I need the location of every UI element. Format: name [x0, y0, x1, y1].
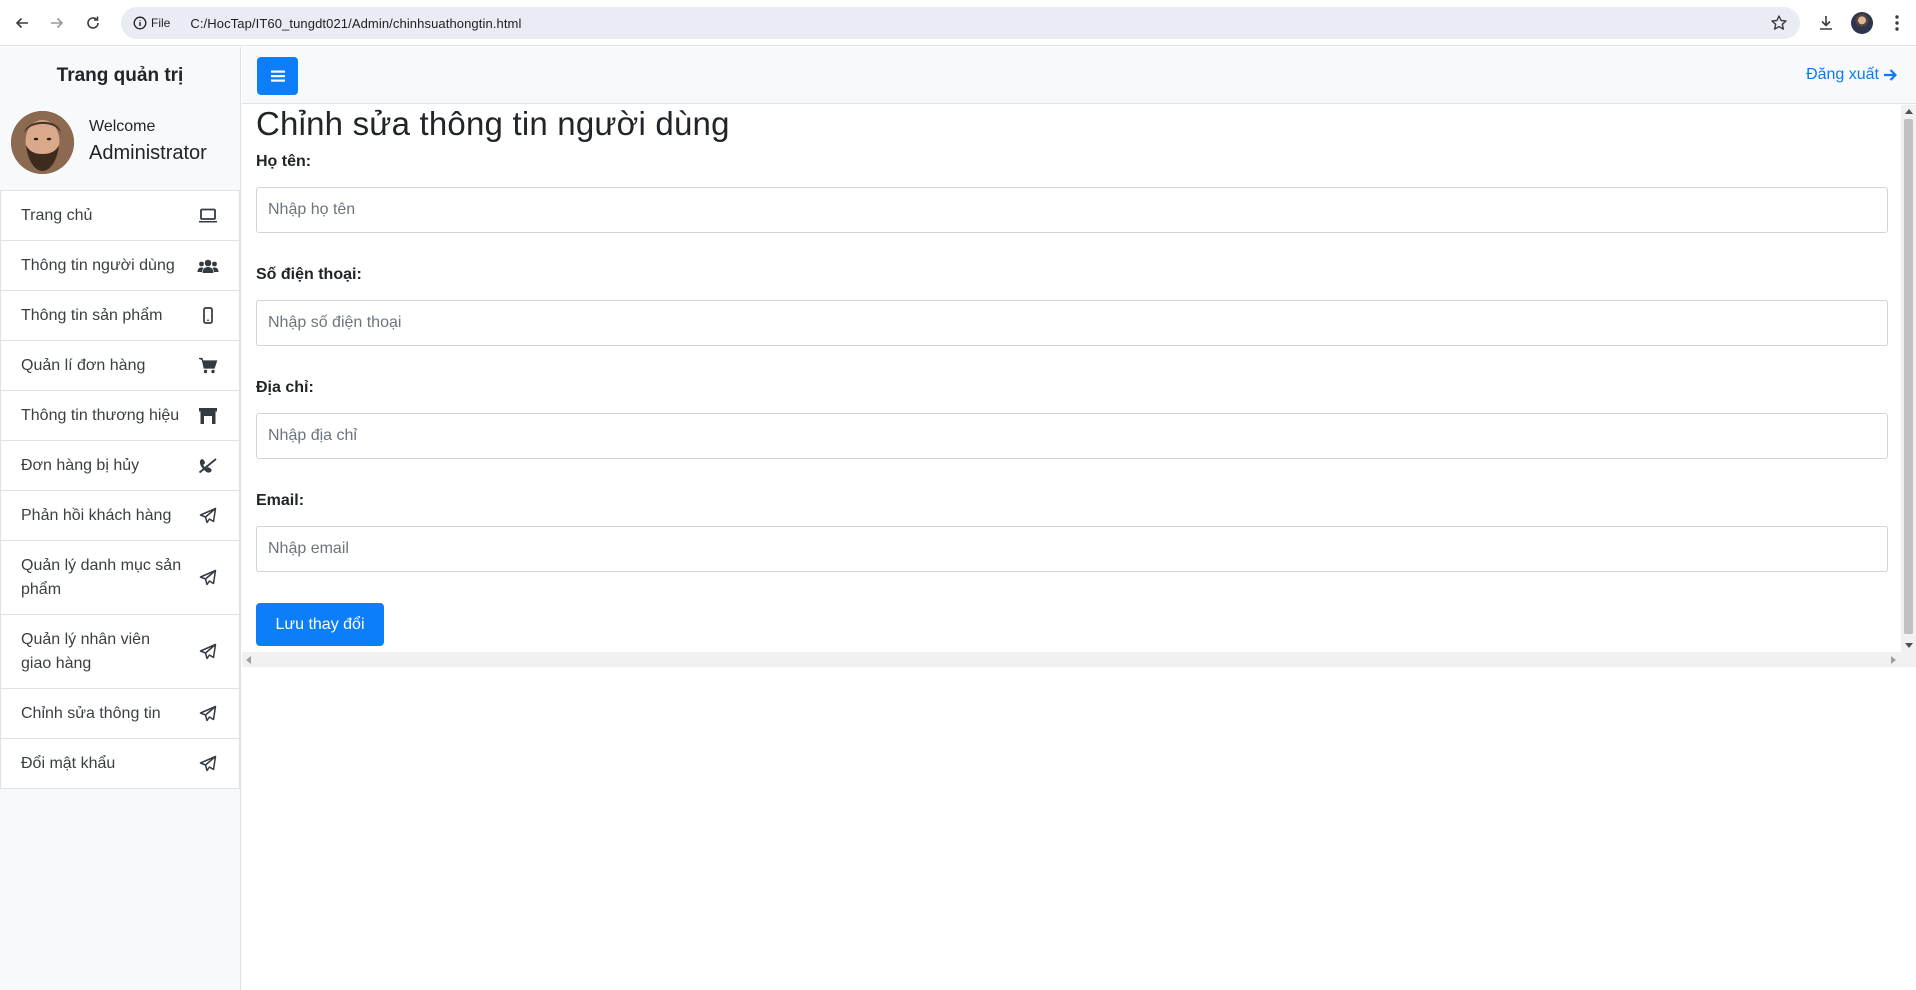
sidebar-item-label: Thông tin sản phẩm	[21, 306, 163, 324]
sidebar-item-label: Trang chủ	[21, 206, 93, 224]
paper-plane-icon	[197, 642, 219, 662]
browser-toolbar: File C:/HocTap/IT60_tungdt021/Admin/chin…	[0, 0, 1916, 46]
user-photo	[11, 111, 74, 174]
sidebar-item-thong-tin-thuong-hieu[interactable]: Thông tin thương hiệu	[0, 391, 240, 441]
logout-label: Đăng xuất	[1806, 66, 1879, 83]
vertical-scroll-thumb[interactable]	[1904, 119, 1913, 634]
address-input[interactable]	[256, 413, 1888, 459]
user-panel: Welcome Administrator	[0, 105, 240, 190]
scroll-right-icon[interactable]	[1891, 656, 1896, 664]
sidebar-item-label: Quản lí đơn hàng	[21, 356, 146, 374]
horizontal-scrollbar[interactable]	[242, 652, 1916, 667]
avatar	[11, 111, 74, 174]
sidebar-menu: Trang chủ Thông tin người dùng Thông tin…	[0, 190, 240, 789]
menu-bars-icon	[270, 70, 285, 82]
phone-label: Số điện thoại:	[256, 266, 362, 283]
star-icon	[1771, 15, 1787, 30]
sidebar-item-quan-ly-danh-muc-san-pham[interactable]: Quản lý danh mục sản phẩm	[0, 541, 240, 615]
sidebar-item-quan-ly-nhan-vien-giao-hang[interactable]: Quản lý nhân viên giao hàng	[0, 615, 240, 689]
more-vert-icon	[1895, 15, 1899, 31]
sidebar-item-label: Thông tin người dùng	[21, 256, 175, 274]
address-label: Địa chỉ:	[256, 379, 314, 396]
site-chip-label: File	[151, 16, 171, 30]
logout-link[interactable]: Đăng xuất	[1806, 66, 1898, 84]
profile-avatar	[1851, 12, 1873, 34]
paper-plane-icon	[197, 506, 219, 526]
sidebar-item-phan-hoi-khach-hang[interactable]: Phản hồi khách hàng	[0, 491, 240, 541]
scroll-left-icon[interactable]	[246, 656, 251, 664]
phone-slash-icon	[197, 456, 219, 476]
page-title: Chỉnh sửa thông tin người dùng	[256, 105, 730, 142]
profile-button[interactable]	[1850, 11, 1874, 35]
sidebar-item-label: Quản lý nhân viên giao hàng	[21, 630, 150, 672]
sidebar-item-label: Phản hồi khách hàng	[21, 506, 172, 524]
sidebar: Trang quản trị Welcome Administrator Tra…	[0, 47, 241, 990]
scroll-up-icon[interactable]	[1905, 109, 1913, 114]
paper-plane-icon	[197, 568, 219, 588]
downloads-button[interactable]	[1814, 11, 1838, 35]
sidebar-item-chinh-sua-thong-tin[interactable]: Chỉnh sửa thông tin	[0, 689, 240, 739]
user-name: Administrator	[89, 142, 207, 164]
url-text: C:/HocTap/IT60_tungdt021/Admin/chinhsuat…	[190, 15, 522, 31]
arrow-left-icon	[15, 17, 28, 29]
cart-icon	[197, 356, 219, 376]
download-icon	[1820, 16, 1832, 30]
sidebar-item-label: Đổi mật khẩu	[21, 754, 116, 772]
sidebar-item-label: Thông tin thương hiệu	[21, 406, 180, 424]
sidebar-item-label: Đơn hàng bị hủy	[21, 456, 140, 474]
site-info-chip[interactable]: File	[130, 11, 176, 35]
bookmark-button[interactable]	[1770, 14, 1788, 37]
sidebar-item-label: Quản lý danh mục sản phẩm	[21, 556, 182, 598]
fullname-input[interactable]	[256, 187, 1888, 233]
info-icon	[133, 16, 147, 30]
reload-icon	[87, 16, 99, 29]
sidebar-toggle-button[interactable]	[257, 57, 298, 95]
store-icon	[197, 406, 219, 426]
fullname-label: Họ tên:	[256, 153, 312, 170]
users-icon	[197, 256, 219, 276]
sidebar-item-label: Chỉnh sửa thông tin	[21, 704, 161, 722]
vertical-scrollbar[interactable]	[1901, 105, 1916, 652]
content-frame: Chỉnh sửa thông tin người dùng Họ tên: S…	[242, 105, 1916, 668]
sidebar-item-thong-tin-nguoi-dung[interactable]: Thông tin người dùng	[0, 241, 240, 291]
browser-menu-button[interactable]	[1885, 11, 1909, 35]
forward-button[interactable]	[45, 11, 69, 35]
paper-plane-icon	[197, 754, 219, 774]
sidebar-item-thong-tin-san-pham[interactable]: Thông tin sản phẩm	[0, 291, 240, 341]
save-changes-button[interactable]: Lưu thay đổi	[256, 603, 384, 646]
address-bar[interactable]: File C:/HocTap/IT60_tungdt021/Admin/chin…	[121, 7, 1800, 39]
email-input[interactable]	[256, 526, 1888, 572]
phone-input[interactable]	[256, 300, 1888, 346]
laptop-icon	[197, 206, 219, 226]
sidebar-item-quan-li-don-hang[interactable]: Quản lí đơn hàng	[0, 341, 240, 391]
sidebar-brand: Trang quản trị	[56, 65, 184, 86]
scroll-down-icon[interactable]	[1905, 643, 1913, 648]
arrow-right-icon	[51, 17, 64, 29]
welcome-text: Welcome	[89, 118, 156, 135]
paper-plane-icon	[197, 704, 219, 724]
reload-button[interactable]	[81, 11, 105, 35]
sidebar-item-trang-chu[interactable]: Trang chủ	[0, 191, 240, 241]
arrow-right-icon	[1884, 69, 1898, 81]
back-button[interactable]	[10, 11, 34, 35]
mobile-icon	[197, 306, 219, 326]
email-label: Email:	[256, 492, 305, 509]
top-navbar: Đăng xuất	[242, 47, 1916, 104]
sidebar-item-doi-mat-khau[interactable]: Đổi mật khẩu	[0, 739, 240, 789]
sidebar-item-don-hang-bi-huy[interactable]: Đơn hàng bị hủy	[0, 441, 240, 491]
